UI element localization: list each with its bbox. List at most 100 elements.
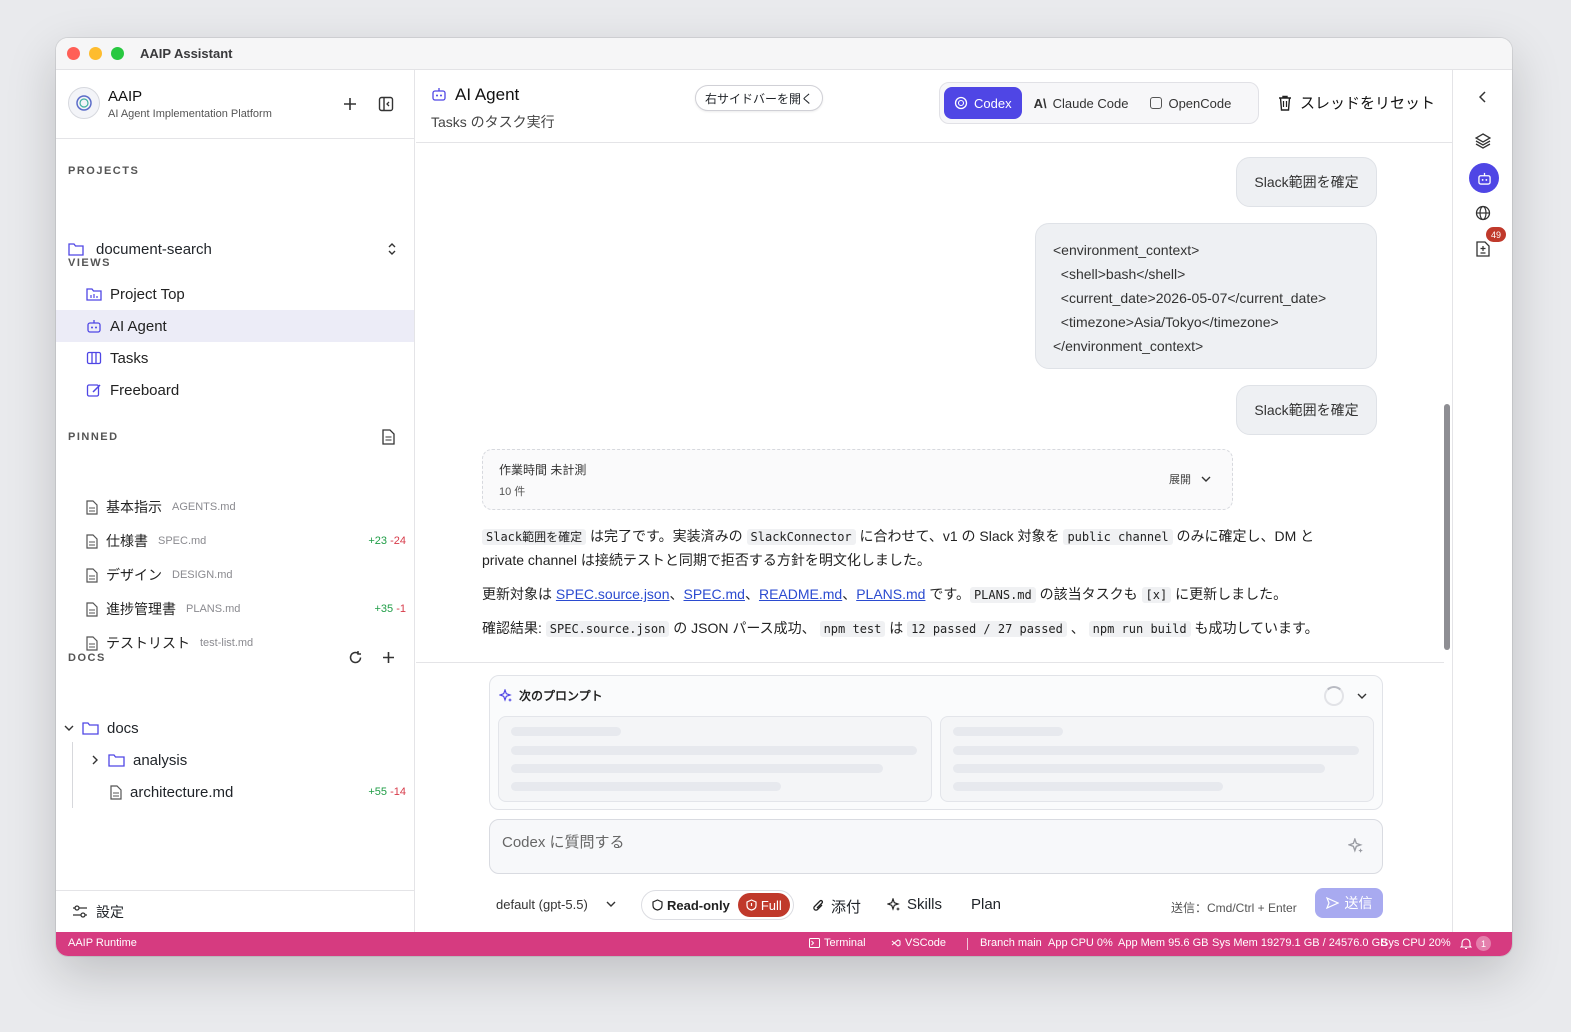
title-bar: AAIP Assistant	[56, 38, 1512, 70]
diff-added: +55	[368, 786, 388, 798]
pinned-item-plans[interactable]: 進捗管理書 PLANS.md +35 -1	[56, 594, 414, 624]
app-window: AAIP Assistant AAIP AI Agent Implementat…	[56, 38, 1512, 956]
expand-right-sidebar-button[interactable]	[1470, 84, 1496, 110]
pinned-label: 基本指示	[106, 499, 162, 515]
file-link[interactable]: SPEC.source.json	[556, 586, 670, 602]
chevron-down-icon	[606, 901, 616, 907]
env-line: <timezone>Asia/Tokyo</timezone>	[1053, 314, 1279, 330]
inline-code: npm run build	[1088, 621, 1191, 637]
chat-scroll-area[interactable]: Slack範囲を確定 <environment_context> <shell>…	[416, 144, 1444, 662]
zoom-window-button[interactable]	[111, 47, 124, 60]
plan-button[interactable]: Plan	[971, 896, 1001, 913]
text: 、	[744, 586, 759, 602]
engine-codex-tab[interactable]: Codex	[944, 87, 1022, 119]
env-line: <shell>bash</shell>	[1053, 266, 1186, 282]
chevron-down-icon[interactable]	[1357, 693, 1367, 700]
file-link[interactable]: PLANS.md	[856, 586, 925, 602]
file-link[interactable]: README.md	[759, 586, 842, 602]
text: に合わせて、v1 の Slack 対象を	[855, 528, 1064, 544]
pinned-filename: test-list.md	[200, 637, 254, 649]
file-label: architecture.md	[130, 783, 234, 801]
new-thread-button[interactable]	[340, 94, 360, 114]
inline-code: 12 passed / 27 passed	[907, 621, 1067, 637]
folder-label: docs	[107, 719, 139, 737]
minimize-window-button[interactable]	[89, 47, 102, 60]
readonly-option[interactable]: Read-only	[644, 893, 738, 917]
diff-added: +35	[374, 603, 394, 615]
assistant-paragraph: Slack範囲を確定 は完了です。実装済みの SlackConnector に合…	[482, 525, 1382, 572]
readonly-label: Read-only	[667, 897, 730, 913]
attach-label: 添付	[831, 899, 862, 916]
send-icon	[1325, 897, 1339, 909]
browser-button[interactable]	[1470, 200, 1496, 226]
engine-label: OpenCode	[1168, 95, 1232, 111]
bell-icon	[1460, 938, 1472, 949]
left-sidebar: AAIP AI Agent Implementation Platform PR…	[56, 70, 415, 932]
pin-document-button[interactable]	[380, 428, 396, 446]
sidebar-item-tasks[interactable]: Tasks	[56, 342, 414, 374]
engine-opencode-tab[interactable]: OpenCode	[1140, 87, 1241, 119]
sidebar-item-ai-agent[interactable]: AI Agent	[56, 310, 414, 342]
attach-button[interactable]: 添付	[812, 896, 861, 917]
vscode-button[interactable]: VSCode	[891, 937, 946, 949]
sparkle-icon[interactable]	[1348, 838, 1364, 854]
anthropic-icon: A\	[1033, 95, 1047, 111]
close-window-button[interactable]	[67, 47, 80, 60]
open-right-sidebar-button[interactable]: 右サイドバーを開く	[695, 85, 824, 111]
reset-thread-button[interactable]: スレッドをリセット	[1278, 92, 1435, 113]
skeleton-line	[511, 727, 621, 736]
chevron-left-icon	[1479, 91, 1486, 103]
file-link[interactable]: SPEC.md	[684, 586, 745, 602]
text: の JSON パース成功、	[669, 620, 820, 636]
runtime-label: AAIP Runtime	[68, 937, 137, 949]
env-line: </environment_context>	[1053, 338, 1204, 354]
trash-icon	[1279, 95, 1291, 111]
layers-icon	[1475, 133, 1491, 149]
expand-button[interactable]: 展開	[1169, 471, 1211, 487]
skeleton-line	[953, 782, 1223, 791]
scrollbar-thumb[interactable]	[1444, 404, 1450, 650]
send-button[interactable]: 送信	[1315, 888, 1383, 918]
refresh-docs-button[interactable]	[346, 648, 364, 666]
pinned-filename: SPEC.md	[158, 535, 207, 547]
pinned-item-spec[interactable]: 仕様書 SPEC.md +23 -24	[56, 526, 414, 556]
work-summary-card: 作業時間 未計測 10 件 展開	[482, 449, 1233, 510]
terminal-button[interactable]: Terminal	[809, 937, 866, 949]
add-doc-button[interactable]	[379, 648, 397, 666]
prompt-input[interactable]: Codex に質問する	[489, 819, 1383, 874]
text: も成功しています。	[1190, 620, 1319, 636]
page-subtitle: Tasks のタスク実行	[431, 114, 555, 130]
chat-scrollbar[interactable]	[1442, 144, 1452, 662]
engine-claude-code-tab[interactable]: A\ Claude Code	[1024, 87, 1139, 119]
layers-button[interactable]	[1470, 128, 1496, 154]
skills-button[interactable]: Skills	[887, 896, 942, 913]
text: 更新対象は	[482, 586, 556, 602]
docs-file-architecture[interactable]: architecture.md +55 -14	[110, 780, 414, 804]
docs-folder-analysis[interactable]: analysis	[90, 748, 187, 772]
model-select[interactable]: default (gpt-5.5)	[496, 897, 616, 912]
pinned-item-agents[interactable]: 基本指示 AGENTS.md	[56, 492, 414, 522]
shield-icon	[652, 899, 663, 911]
diff-stat: +35 -1	[374, 603, 406, 615]
settings-button[interactable]: 設定	[56, 890, 415, 932]
engine-label: Claude Code	[1052, 95, 1129, 111]
sidebar-item-project-top[interactable]: Project Top	[56, 278, 414, 310]
pinned-item-design[interactable]: デザイン DESIGN.md	[56, 560, 414, 590]
shield-alert-icon	[746, 899, 757, 911]
full-label: Full	[760, 897, 782, 913]
right-rail: 49	[1452, 70, 1512, 932]
changes-button[interactable]: 49	[1470, 227, 1506, 262]
notifications-button[interactable]: 1	[1460, 936, 1491, 951]
docs-root-folder[interactable]: docs	[64, 716, 139, 740]
skeleton-line	[511, 782, 781, 791]
sidebar-item-freeboard[interactable]: Freeboard	[56, 374, 414, 406]
file-icon	[86, 567, 98, 583]
agent-panel-button[interactable]	[1469, 163, 1499, 193]
app-cpu: App CPU 0%	[1048, 937, 1113, 949]
permission-toggle: Read-only Full	[641, 890, 794, 920]
inline-code: Slack範囲を確定	[482, 529, 587, 545]
skeleton-line	[511, 746, 917, 755]
plus-icon	[382, 651, 394, 663]
full-access-option[interactable]: Full	[737, 893, 790, 917]
collapse-sidebar-button[interactable]	[376, 94, 396, 114]
